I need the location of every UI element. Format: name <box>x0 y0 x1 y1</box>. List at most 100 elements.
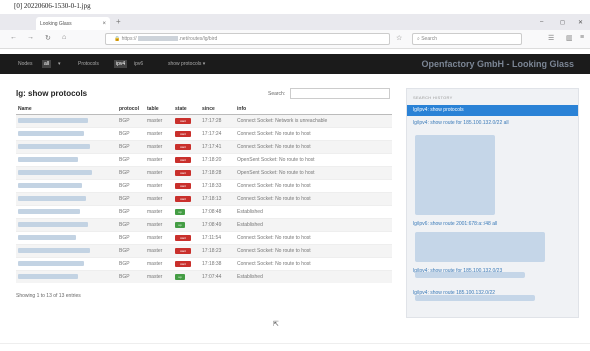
table-row: BGP master up 17:08:49 Established <box>16 218 392 232</box>
history-redacted-block <box>415 272 525 278</box>
state-badge: start <box>175 144 191 150</box>
cell-state: start <box>173 257 200 271</box>
name-redacted[interactable] <box>18 182 82 188</box>
name-redacted[interactable] <box>18 143 90 149</box>
cell-name <box>16 205 117 219</box>
divider <box>0 343 590 344</box>
history-heading: SEARCH HISTORY <box>413 95 453 100</box>
col-protocol[interactable]: protocol <box>117 104 145 115</box>
library-icon[interactable]: ☰ <box>548 34 554 42</box>
cell-table: master <box>145 192 173 206</box>
state-badge: start <box>175 170 191 176</box>
browser-tab[interactable]: Looking Glass × <box>36 17 110 30</box>
cell-name <box>16 231 117 245</box>
home-icon[interactable]: ⌂ <box>62 34 66 41</box>
cell-info: Connect Socket: No route to host <box>235 179 392 193</box>
browser-search-input[interactable]: ⌕ Search <box>412 33 522 45</box>
cell-since: 17:18:23 <box>200 244 235 258</box>
name-redacted[interactable] <box>18 130 84 136</box>
state-badge: start <box>175 118 191 124</box>
table-search-input[interactable] <box>290 88 390 99</box>
nav-ipv6[interactable]: ipv6 <box>134 61 143 67</box>
state-badge: start <box>175 261 191 267</box>
file-caption: [0] 20220606-1530-0-1.jpg <box>14 2 91 10</box>
cell-info: Established <box>235 205 392 219</box>
cell-info: Established <box>235 270 392 283</box>
new-tab-icon[interactable]: + <box>116 17 121 26</box>
name-redacted[interactable] <box>18 273 78 279</box>
maximize-icon[interactable]: ◻ <box>560 19 565 26</box>
sidebar-icon[interactable]: ▥ <box>566 34 573 42</box>
name-redacted[interactable] <box>18 208 80 214</box>
cell-table: master <box>145 166 173 180</box>
cell-info: Connect Socket: No route to host <box>235 140 392 154</box>
state-badge: up <box>175 209 185 215</box>
table-row: BGP master start 17:18:38 Connect Socket: No… <box>16 257 392 271</box>
tab-title: Looking Glass <box>40 20 72 27</box>
cell-info: Connect Socket: No route to host <box>235 244 392 258</box>
minimize-icon[interactable]: – <box>540 19 543 25</box>
history-item[interactable]: lg/ipv6: show route 2001:678:a::/48 all <box>407 219 578 230</box>
nav-ipv4[interactable]: ipv4 <box>114 60 128 68</box>
cell-table: master <box>145 270 173 283</box>
nav-dropdown-icon[interactable]: ▾ <box>58 61 61 67</box>
col-table[interactable]: table <box>145 104 173 115</box>
back-icon[interactable]: ← <box>10 34 17 41</box>
table-row: BGP master start 17:17:28 Connect Socket: Ne… <box>16 114 392 128</box>
browser-navbar: ← → ↻ ⌂ 🔒 https://.net/routes/lg/bird ☆ … <box>0 30 590 49</box>
history-item[interactable]: lg/ipv4: show protocols <box>407 105 578 116</box>
cell-state: start <box>173 114 200 128</box>
name-redacted[interactable] <box>18 221 88 227</box>
url-bar[interactable]: 🔒 https:// .net/routes/lg/bird <box>105 33 390 45</box>
cell-state: up <box>173 218 200 232</box>
cell-table: master <box>145 140 173 154</box>
cell-name <box>16 179 117 193</box>
mouse-cursor-icon: ⇱ <box>273 321 279 328</box>
cell-table: master <box>145 231 173 245</box>
cell-name <box>16 127 117 141</box>
cell-state: start <box>173 231 200 245</box>
cell-info: Connect Socket: No route to host <box>235 192 392 206</box>
cell-state: start <box>173 166 200 180</box>
close-window-icon[interactable]: ✕ <box>578 19 583 26</box>
nav-protocols[interactable]: Protocols <box>78 61 99 67</box>
table-row: BGP master start 17:18:33 Connect Socket: No… <box>16 179 392 193</box>
col-since[interactable]: since <box>200 104 235 115</box>
history-panel: SEARCH HISTORY lg/ipv4: show protocols lg… <box>406 88 579 318</box>
cell-info: Established <box>235 218 392 232</box>
name-redacted[interactable] <box>18 195 86 201</box>
name-redacted[interactable] <box>18 260 84 266</box>
col-info[interactable]: info <box>235 104 392 115</box>
url-path: .net/routes/lg/bird <box>178 36 218 42</box>
bookmark-star-icon[interactable]: ☆ <box>396 34 402 42</box>
cell-name <box>16 140 117 154</box>
name-redacted[interactable] <box>18 169 92 175</box>
table-row: BGP master start 17:18:20 OpenSent Socket: N… <box>16 153 392 167</box>
menu-icon[interactable]: ≡ <box>580 34 584 41</box>
cell-protocol: BGP <box>117 270 145 283</box>
cell-protocol: BGP <box>117 166 145 180</box>
tab-close-icon[interactable]: × <box>102 21 106 27</box>
cell-protocol: BGP <box>117 153 145 167</box>
brand-title[interactable]: Openfactory GmbH - Looking Glass <box>421 59 574 69</box>
name-redacted[interactable] <box>18 117 88 123</box>
history-item[interactable]: lg/ipv4: show route for 185.100.132.0/22… <box>407 118 578 129</box>
cell-table: master <box>145 127 173 141</box>
nav-command[interactable]: show protocols ▾ <box>168 61 205 67</box>
cell-table: master <box>145 244 173 258</box>
forward-icon[interactable]: → <box>27 34 34 41</box>
col-state[interactable]: state <box>173 104 200 115</box>
cell-info: OpenSent Socket: No route to host <box>235 153 392 167</box>
nav-nodes[interactable]: Nodes <box>18 61 32 67</box>
cell-protocol: BGP <box>117 192 145 206</box>
nav-all[interactable]: all <box>42 60 52 68</box>
name-redacted[interactable] <box>18 156 78 162</box>
name-redacted[interactable] <box>18 247 90 253</box>
cell-table: master <box>145 153 173 167</box>
browser-tabbar: Looking Glass × + – ◻ ✕ <box>0 14 590 30</box>
name-redacted[interactable] <box>18 234 76 240</box>
reload-icon[interactable]: ↻ <box>45 34 51 42</box>
page-title: lg: show protocols <box>16 89 88 98</box>
col-name[interactable]: Name <box>16 104 117 115</box>
cell-since: 17:18:33 <box>200 179 235 193</box>
